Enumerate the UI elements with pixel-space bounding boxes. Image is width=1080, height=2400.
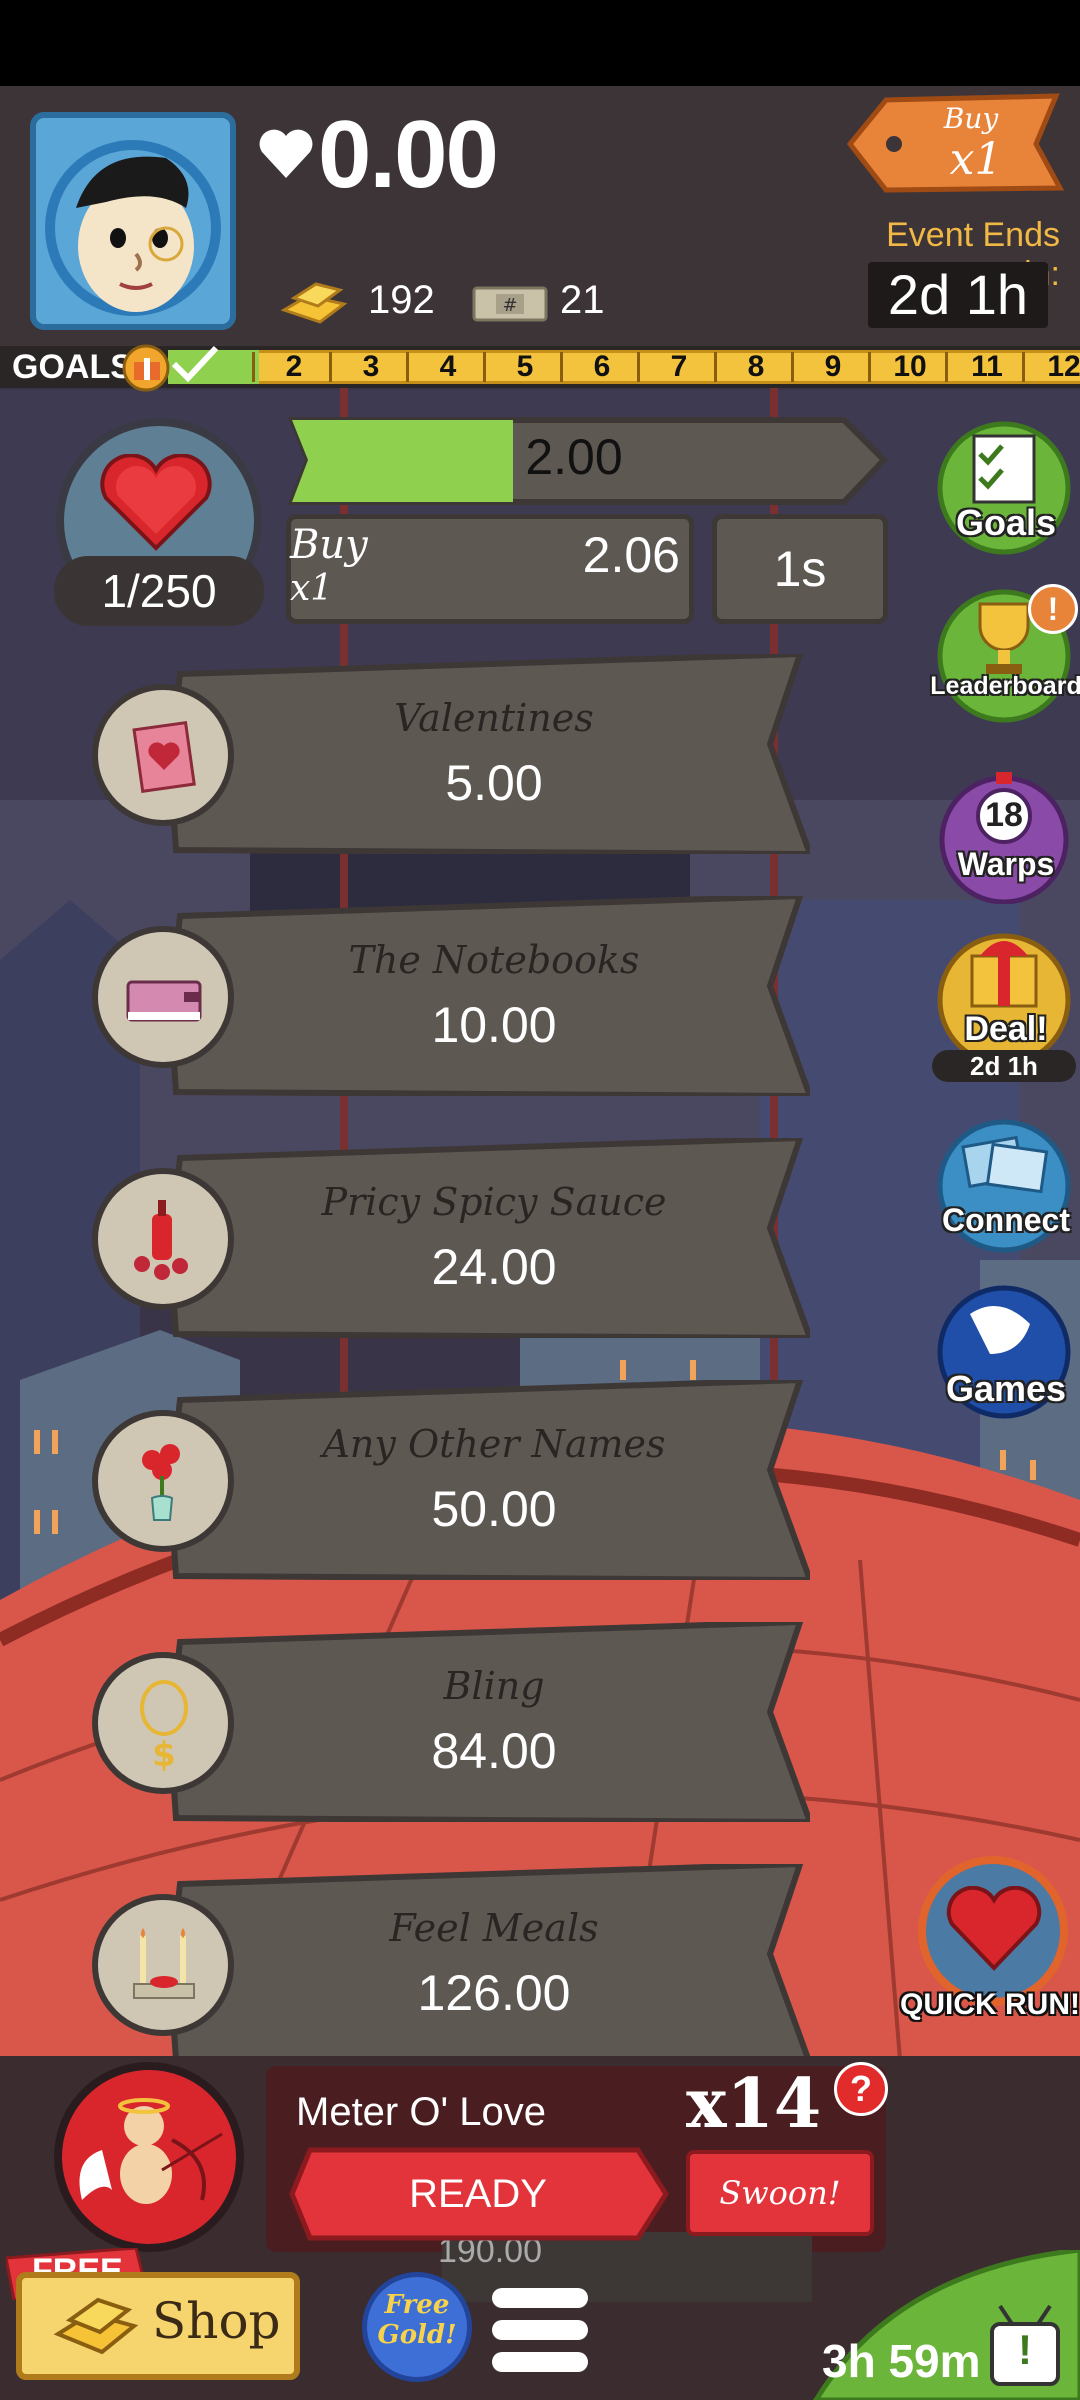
deal-badge-button[interactable]: Deal! 2d 1h [932, 932, 1076, 1082]
shop-label: Shop [152, 2292, 281, 2350]
business-name: The Notebooks [348, 938, 640, 982]
goals-label: GOALS [12, 348, 133, 386]
capitalist-portrait-icon [45, 140, 221, 316]
goal-tick [868, 352, 871, 382]
menu-icon [492, 2288, 588, 2308]
heart-currency-icon [259, 129, 313, 178]
games-badge-button[interactable]: Games [936, 1284, 1076, 1434]
leaderboard-badge-label: Leaderboard [930, 672, 1080, 700]
hot-sauce-icon [134, 1200, 188, 1280]
svg-text:#: # [502, 295, 517, 316]
gold-bars-icon [53, 2297, 139, 2355]
warps-badge-button[interactable]: 18 Warps [936, 768, 1076, 908]
cupid-manager-button[interactable] [54, 2062, 244, 2252]
goal-tick [791, 352, 794, 382]
goal-number: 12 [1047, 350, 1080, 383]
money-display: 0.00 [318, 101, 499, 208]
goal-number: 7 [670, 350, 688, 383]
meter-title: Meter O' Love [296, 2090, 546, 2134]
swoon-button[interactable]: Swoon! [686, 2150, 874, 2236]
stopwatch-icon [939, 772, 1069, 904]
menu-button[interactable] [492, 2288, 588, 2372]
tv-timer-label: 3h 59m [822, 2335, 981, 2387]
checkmark-icon [171, 345, 219, 383]
meter-multiplier: x14 [686, 2064, 822, 2144]
games-badge-label: Games [945, 1368, 1067, 1409]
megabucks-count: 21 [560, 278, 605, 322]
goal-number: 10 [893, 350, 927, 383]
goal-number: 4 [439, 350, 457, 383]
business-name: Feel Meals [389, 1906, 599, 1950]
gift-icon [122, 344, 170, 392]
heart-chocolate-box-icon [946, 1886, 1042, 1971]
goal-tick [714, 352, 717, 382]
valentine-card-icon [132, 720, 196, 794]
goal-tick [252, 352, 255, 382]
goal-tick [1022, 352, 1025, 382]
event-countdown: 2d 1h [868, 262, 1048, 328]
business-price: 10.00 [431, 997, 557, 1053]
goal-number: 2 [285, 350, 303, 383]
goal-tick [483, 352, 486, 382]
warps-badge-label: Warps [957, 846, 1055, 882]
notebook-icon [126, 980, 202, 1022]
svg-text:$: $ [152, 1735, 176, 1775]
connect-badge-button[interactable]: Connect [936, 1118, 1076, 1258]
business-price: 5.00 [445, 755, 543, 811]
goal-tick [637, 352, 640, 382]
cupid-icon [79, 2098, 223, 2204]
business-name: Bling [443, 1664, 545, 1708]
goal-tick [560, 352, 563, 382]
goal-tick [329, 352, 332, 382]
business-price: 50.00 [431, 1481, 557, 1537]
goals-badge-label: Goals [955, 502, 1057, 543]
status-bar [0, 0, 1080, 86]
free-gold-label: Free Gold! [377, 2290, 457, 2350]
help-button[interactable]: ? [834, 2062, 888, 2116]
gold-bars-icon [280, 282, 348, 324]
leaderboard-badge-button[interactable]: ! Leaderboard [930, 584, 1080, 728]
menu-icon-line [492, 2352, 588, 2372]
rose-vase-icon [142, 1444, 180, 1521]
deal-countdown: 2d 1h [932, 1050, 1076, 1082]
warps-count: 18 [985, 796, 1023, 834]
quick-run-label: QUICK RUN! [900, 1988, 1080, 2021]
goal-number: 6 [593, 350, 611, 383]
deal-badge-label: Deal! [964, 1010, 1048, 1048]
heart-chocolate-box-icon [100, 454, 212, 551]
goal-tick [945, 352, 948, 382]
goal-number: 5 [516, 350, 534, 383]
buy-multiplier: x1 [290, 568, 334, 609]
business-price: 84.00 [431, 1723, 557, 1779]
goal-number: 11 [971, 350, 1003, 383]
business-name: Any Other Names [322, 1422, 666, 1466]
goals-badge-button[interactable]: Goals [936, 420, 1076, 560]
gold-count: 192 [368, 278, 435, 322]
connect-badge-label: Connect [942, 1202, 1070, 1238]
leaderboard-alert-badge: ! [1028, 584, 1078, 634]
business-revenue: 2.00 [525, 429, 623, 485]
business-count: 1/250 [54, 556, 264, 626]
goal-tick [406, 352, 409, 382]
business-price: 126.00 [417, 1965, 571, 2021]
tv-alert-label: ! [1018, 2326, 1032, 2373]
buy-tag-multiplier: x1 [949, 134, 1003, 185]
ready-label: READY [409, 2172, 547, 2216]
buy-label: Buy [290, 522, 368, 568]
business-name: Valentines [394, 696, 594, 740]
buy-multiplier-tag[interactable]: Buy x1 [846, 92, 1065, 196]
buy-cost: 2.06 [582, 527, 680, 583]
business-timer: 1s [712, 514, 888, 624]
goal-number: 8 [747, 350, 765, 383]
player-avatar[interactable] [30, 112, 236, 330]
menu-icon-line [492, 2320, 588, 2340]
buy-tag-label: Buy [943, 102, 999, 135]
goal-number: 3 [362, 350, 380, 383]
goal-number: 9 [824, 350, 842, 383]
candle-dinner-icon [133, 1928, 195, 1999]
business-name: Pricy Spicy Sauce [321, 1180, 667, 1224]
necklace-icon: $ [140, 1680, 188, 1775]
business-price: 24.00 [431, 1239, 557, 1295]
megabucks-icon: # [472, 286, 548, 322]
